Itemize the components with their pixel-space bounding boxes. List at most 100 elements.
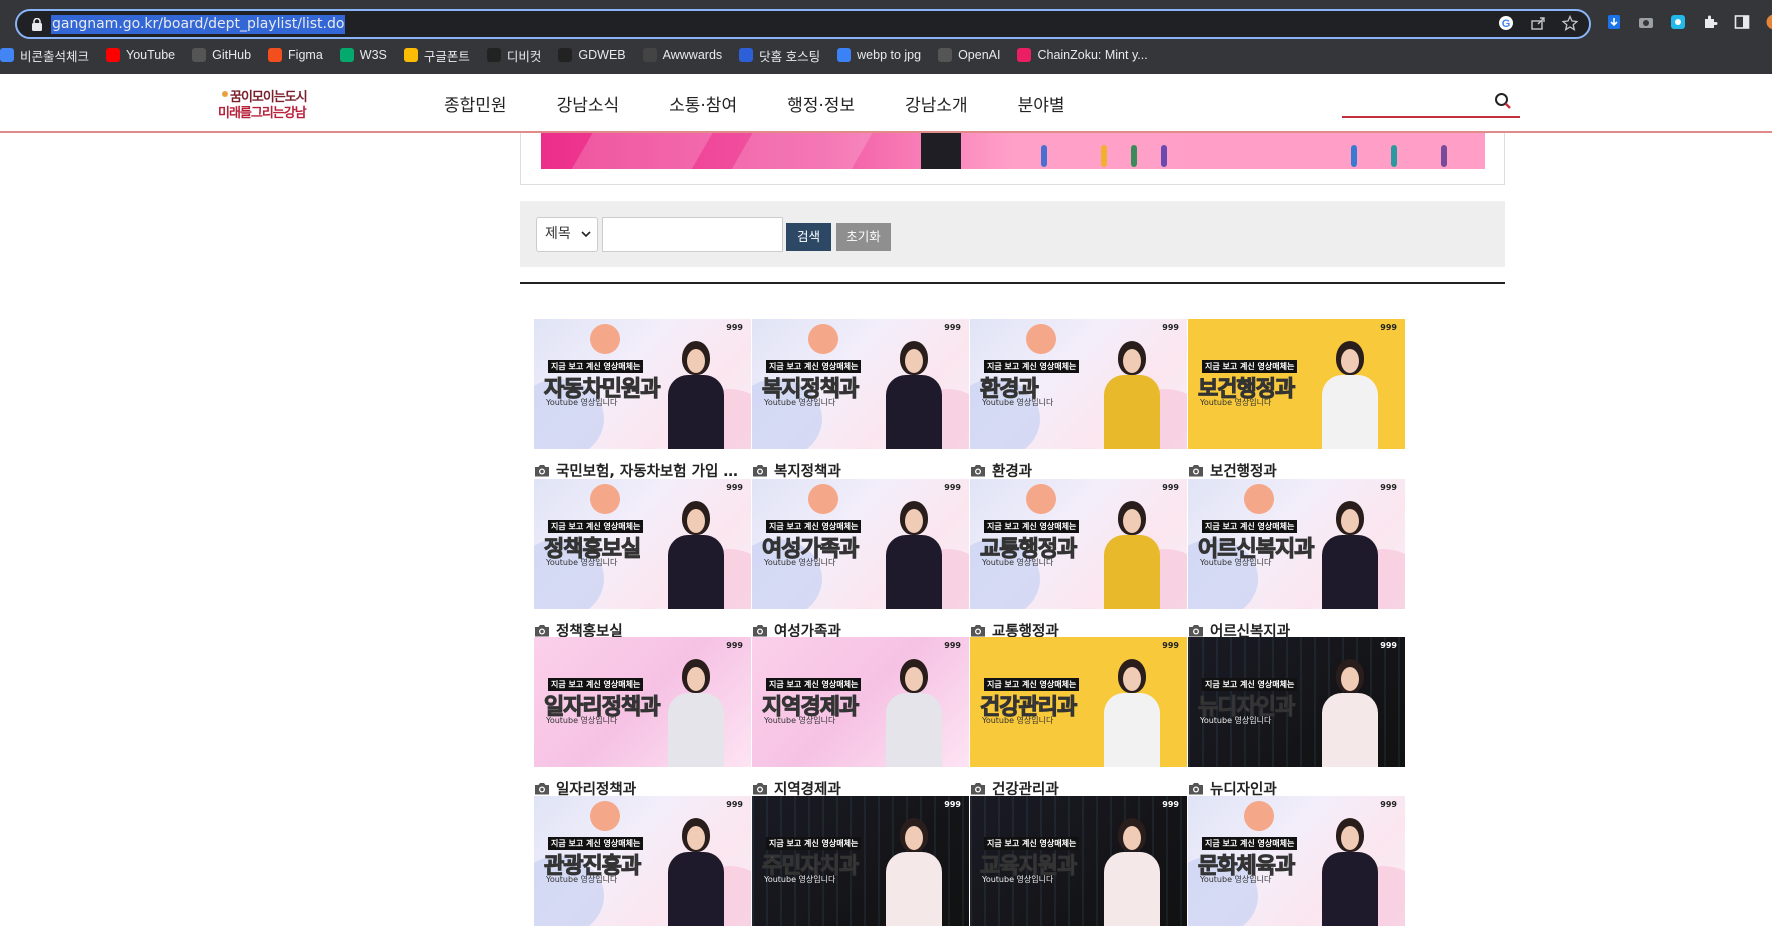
bookmark-item[interactable]: GitHub (192, 48, 251, 62)
video-thumbnail[interactable]: 999 지금 보고 계신 영상매체는 지역경제과 Youtube 영상입니다 (752, 637, 969, 767)
presenter-figure (1316, 659, 1386, 767)
bookmark-item[interactable]: W3S (339, 48, 387, 62)
video-card[interactable]: 999 지금 보고 계신 영상매체는 여성가족과 Youtube 영상입니다 여성가족과 (752, 479, 969, 641)
nav-item[interactable]: 강남소개 (905, 91, 968, 116)
channel-mark: 999 (1162, 800, 1179, 809)
thumbnail-subtitle: Youtube 영상입니다 (982, 716, 1054, 725)
video-thumbnail[interactable]: 999 지금 보고 계신 영상매체는 교통행정과 Youtube 영상입니다 (970, 479, 1187, 609)
awwwards-icon (642, 48, 657, 62)
extensions-puzzle-icon[interactable] (1701, 14, 1719, 32)
video-card[interactable]: 999 지금 보고 계신 영상매체는 어르신복지과 Youtube 영상입니다 어르신복… (1188, 479, 1405, 641)
video-card[interactable]: 999 지금 보고 계신 영상매체는 일자리정책과 Youtube 영상입니다 일자리정… (534, 637, 751, 799)
video-card[interactable]: 999 지금 보고 계신 영상매체는 문화체육과 Youtube 영상입니다 (1188, 796, 1405, 926)
video-thumbnail[interactable]: 999 지금 보고 계신 영상매체는 복지정책과 Youtube 영상입니다 (752, 319, 969, 449)
video-card[interactable]: 999 지금 보고 계신 영상매체는 복지정책과 Youtube 영상입니다복지정책과 (752, 319, 969, 481)
profile-avatar-icon[interactable] (1765, 14, 1772, 32)
video-card[interactable]: 999 지금 보고 계신 영상매체는 환경과 Youtube 영상입니다환경과 (970, 319, 1187, 481)
color-picker-icon[interactable] (1669, 14, 1687, 32)
nav-item[interactable]: 소통·참여 (669, 91, 737, 116)
address-bar[interactable]: gangnam.go.kr/board/dept_playlist/list.d… (15, 9, 1591, 39)
video-thumbnail[interactable]: 999 지금 보고 계신 영상매체는 뉴디자인과 Youtube 영상입니다 (1188, 637, 1405, 767)
banner-image (541, 133, 1485, 169)
nav-item[interactable]: 강남소식 (557, 91, 620, 116)
video-card[interactable]: 999 지금 보고 계신 영상매체는 교통행정과 Youtube 영상입니다 교통행정과 (970, 479, 1187, 641)
search-icon[interactable] (1494, 92, 1512, 110)
bookmarks-bar: 비콘출석체크 YouTube GitHub Figma W3S 구글폰트 디비컷 GDWEB A… (0, 44, 1165, 66)
share-icon[interactable] (1529, 15, 1547, 33)
download-icon[interactable] (1605, 14, 1623, 32)
camera-icon (971, 783, 985, 795)
bookmark-label: YouTube (126, 48, 176, 62)
camera-extension-icon[interactable] (1637, 14, 1655, 32)
bookmark-item[interactable]: 비콘출석체크 (0, 46, 89, 65)
keyword-input[interactable] (602, 217, 783, 252)
google-icon (0, 48, 14, 62)
video-card[interactable]: 999 지금 보고 계신 영상매체는 교육지원과 Youtube 영상입니다 (970, 796, 1187, 926)
bookmark-star-icon[interactable] (1561, 14, 1579, 33)
presenter-figure (1098, 341, 1168, 449)
bookmark-item[interactable]: 디비컷 (486, 46, 541, 65)
video-caption[interactable]: 환경과 (970, 460, 1187, 481)
presenter-figure (1098, 818, 1168, 926)
video-card[interactable]: 999 지금 보고 계신 영상매체는 정책홍보실 Youtube 영상입니다 정책홍보실 (534, 479, 751, 641)
video-thumbnail[interactable]: 999 지금 보고 계신 영상매체는 보건행정과 Youtube 영상입니다 (1188, 319, 1405, 449)
presenter-figure (1316, 818, 1386, 926)
video-card[interactable]: 999 지금 보고 계신 영상매체는 관광진흥과 Youtube 영상입니다 (534, 796, 751, 926)
thumbnail-subtitle: Youtube 영상입니다 (1200, 398, 1272, 407)
bookmark-item[interactable]: ChainZoku: Mint y... (1017, 48, 1148, 62)
video-card[interactable]: 999 지금 보고 계신 영상매체는 건강관리과 Youtube 영상입니다 건강관리과 (970, 637, 1187, 799)
bookmark-item[interactable]: 구글폰트 (403, 46, 470, 65)
video-thumbnail[interactable]: 999 지금 보고 계신 영상매체는 문화체육과 Youtube 영상입니다 (1188, 796, 1405, 926)
video-card[interactable]: 999 지금 보고 계신 영상매체는 주민자치과 Youtube 영상입니다 (752, 796, 969, 926)
browser-chrome: gangnam.go.kr/board/dept_playlist/list.d… (0, 0, 1772, 74)
search-field-select[interactable]: 제목 (536, 217, 598, 252)
video-caption[interactable]: 국민보험, 자동차보험 가입 … (534, 460, 751, 481)
github-icon (192, 48, 207, 62)
thumbnail-subtitle: Youtube 영상입니다 (982, 875, 1054, 884)
video-thumbnail[interactable]: 999 지금 보고 계신 영상매체는 건강관리과 Youtube 영상입니다 (970, 637, 1187, 767)
video-thumbnail[interactable]: 999 지금 보고 계신 영상매체는 주민자치과 Youtube 영상입니다 (752, 796, 969, 926)
side-panel-icon[interactable] (1733, 14, 1751, 32)
chevron-down-icon (581, 218, 591, 264)
video-thumbnail[interactable]: 999 지금 보고 계신 영상매체는 정책홍보실 Youtube 영상입니다 (534, 479, 751, 609)
video-caption[interactable]: 보건행정과 (1188, 460, 1405, 481)
reset-button[interactable]: 초기화 (836, 223, 891, 251)
camera-icon (1189, 465, 1203, 477)
dbcut-icon (486, 48, 501, 62)
bookmark-item[interactable]: Awwwards (642, 48, 722, 62)
thumbnail-subtitle: Youtube 영상입니다 (1200, 716, 1272, 725)
video-thumbnail[interactable]: 999 지금 보고 계신 영상매체는 여성가족과 Youtube 영상입니다 (752, 479, 969, 609)
site-logo[interactable]: 꿈이모이는도시 미래를그리는강남 (218, 86, 318, 126)
search-button[interactable]: 검색 (786, 223, 831, 251)
video-thumbnail[interactable]: 999 지금 보고 계신 영상매체는 관광진흥과 Youtube 영상입니다 (534, 796, 751, 926)
site-search-input[interactable] (1342, 90, 1520, 118)
video-thumbnail[interactable]: 999 지금 보고 계신 영상매체는 어르신복지과 Youtube 영상입니다 (1188, 479, 1405, 609)
thumbnail-subtitle: Youtube 영상입니다 (764, 716, 836, 725)
bookmark-item[interactable]: webp to jpg (837, 48, 921, 62)
url-text[interactable]: gangnam.go.kr/board/dept_playlist/list.d… (51, 15, 346, 34)
video-thumbnail[interactable]: 999 지금 보고 계신 영상매체는 환경과 Youtube 영상입니다 (970, 319, 1187, 449)
nav-item[interactable]: 종합민원 (444, 91, 507, 116)
video-card[interactable]: 999 지금 보고 계신 영상매체는 뉴디자인과 Youtube 영상입니다 뉴디자인과 (1188, 637, 1405, 799)
bookmark-item[interactable]: 닷홈 호스팅 (739, 46, 820, 65)
presenter-figure (1098, 501, 1168, 609)
channel-mark: 999 (944, 641, 961, 650)
nav-item[interactable]: 행정·정보 (787, 91, 855, 116)
nav-item[interactable]: 분야별 (1018, 91, 1065, 116)
video-thumbnail[interactable]: 999 지금 보고 계신 영상매체는 자동차민원과 Youtube 영상입니다 (534, 319, 751, 449)
bookmark-item[interactable]: OpenAI (938, 48, 1000, 62)
camera-icon (753, 783, 767, 795)
video-card[interactable]: 999 지금 보고 계신 영상매체는 지역경제과 Youtube 영상입니다 지역경제과 (752, 637, 969, 799)
video-caption[interactable]: 복지정책과 (752, 460, 969, 481)
video-card[interactable]: 999 지금 보고 계신 영상매체는 자동차민원과 Youtube 영상입니다국민보험… (534, 319, 751, 481)
video-thumbnail[interactable]: 999 지금 보고 계신 영상매체는 교육지원과 Youtube 영상입니다 (970, 796, 1187, 926)
video-card[interactable]: 999 지금 보고 계신 영상매체는 보건행정과 Youtube 영상입니다보건행정과 (1188, 319, 1405, 481)
google-lens-icon[interactable]: G (1497, 15, 1515, 33)
lock-icon[interactable] (31, 18, 43, 31)
bookmark-item[interactable]: Figma (268, 48, 323, 62)
webp-icon (837, 48, 852, 62)
video-thumbnail[interactable]: 999 지금 보고 계신 영상매체는 일자리정책과 Youtube 영상입니다 (534, 637, 751, 767)
extension-icons (1605, 14, 1772, 32)
bookmark-item[interactable]: YouTube (106, 48, 175, 62)
bookmark-item[interactable]: GDWEB (558, 48, 626, 62)
